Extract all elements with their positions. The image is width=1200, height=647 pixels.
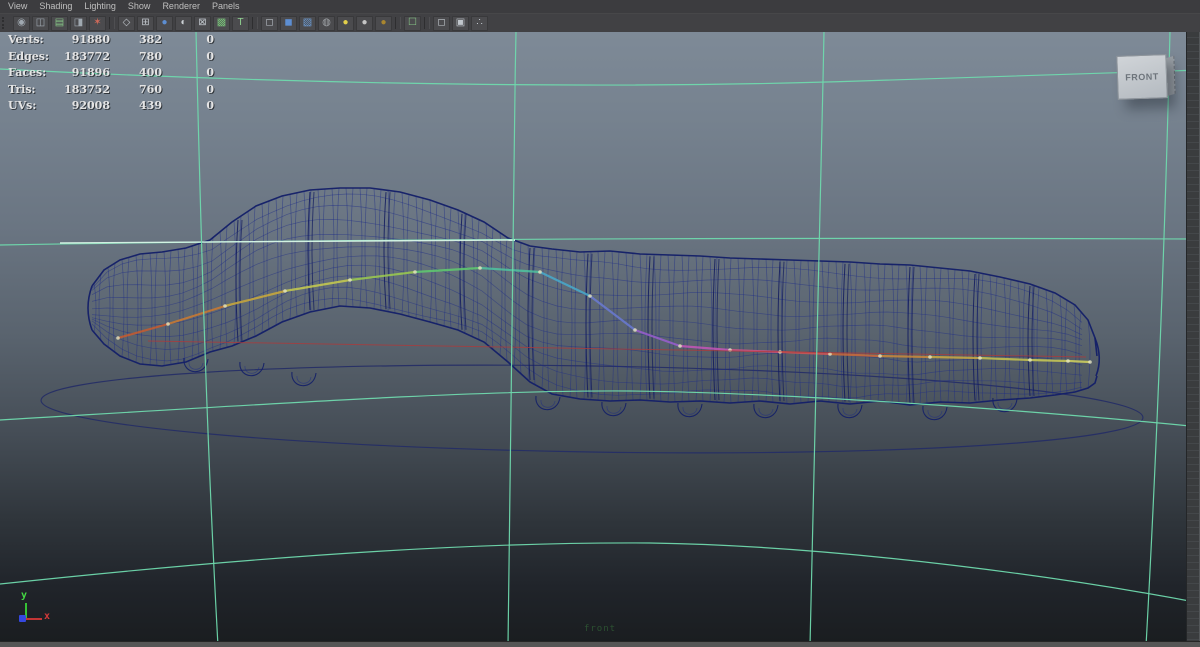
- panel-header: View Shading Lighting Show Renderer Panels ◉ ◫…: [0, 0, 1200, 32]
- toolbar-separator: [424, 17, 430, 29]
- bottom-bar: [0, 641, 1200, 647]
- isolate-select-icon[interactable]: ☐: [404, 15, 421, 31]
- transparent-cube-icon[interactable]: ▧: [299, 15, 316, 31]
- shaded-cube-icon[interactable]: ◼: [280, 15, 297, 31]
- all-lights-icon[interactable]: ●: [337, 15, 354, 31]
- axis-z-dot: [19, 615, 26, 622]
- toolbar-grip: [2, 17, 9, 29]
- menu-renderer[interactable]: Renderer: [156, 0, 206, 13]
- default-material-icon[interactable]: ◻: [261, 15, 278, 31]
- menu-show[interactable]: Show: [122, 0, 157, 13]
- bookmarks-icon[interactable]: ▤: [51, 15, 68, 31]
- menu-panels[interactable]: Panels: [206, 0, 246, 13]
- hud-row-uvs: UVs: 92008 439 0: [8, 99, 214, 112]
- share-node-icon[interactable]: ∴: [471, 15, 488, 31]
- maya-viewport-window: View Shading Lighting Show Renderer Panels ◉ ◫…: [0, 0, 1200, 647]
- menu-lighting[interactable]: Lighting: [78, 0, 122, 13]
- select-camera-icon[interactable]: ◉: [13, 15, 30, 31]
- image-plane-icon[interactable]: ◨: [70, 15, 87, 31]
- hud-row-verts: Verts: 91880 382 0: [8, 33, 214, 46]
- camera-name-label: front: [583, 624, 617, 634]
- smooth-shade-icon[interactable]: ●: [156, 15, 173, 31]
- camera-attributes-icon[interactable]: ◫: [32, 15, 49, 31]
- view-cube[interactable]: FRONT: [1116, 54, 1176, 100]
- checker-sphere-icon[interactable]: ◍: [318, 15, 335, 31]
- toolbar-separator: [395, 17, 401, 29]
- film-gate-icon[interactable]: ⊞: [137, 15, 154, 31]
- frame-icon[interactable]: ▣: [452, 15, 469, 31]
- hud-stats: Verts: 91880 382 0 Edges: 183772 780 0 Faces: 918…: [8, 33, 214, 116]
- specular-shade-icon[interactable]: ◐: [175, 15, 192, 31]
- axis-x-line: [26, 618, 42, 620]
- toolbar-separator: [109, 17, 115, 29]
- hud-row-faces: Faces: 91896 400 0: [8, 66, 214, 79]
- default-light-icon[interactable]: ●: [375, 15, 392, 31]
- view-cube-front-face[interactable]: FRONT: [1116, 54, 1168, 100]
- axis-x-label: x: [44, 611, 51, 622]
- axis-gizmo: y x: [16, 590, 62, 632]
- toolbar-separator: [252, 17, 258, 29]
- flat-light-icon[interactable]: ●: [356, 15, 373, 31]
- textured-icon[interactable]: T: [232, 15, 249, 31]
- menu-shading[interactable]: Shading: [33, 0, 78, 13]
- toolbar-icons: ◉ ◫ ▤ ◨ ✶ ◇ ⊞ ● ◐ ⊠ ▩ T ◻ ◼ ▧ ◍ ● ● ● ☐ ◻ ▣ ∴: [12, 15, 489, 31]
- hud-row-edges: Edges: 183772 780 0: [8, 49, 214, 63]
- toolbar: ◉ ◫ ▤ ◨ ✶ ◇ ⊞ ● ◐ ⊠ ▩ T ◻ ◼ ▧ ◍ ● ● ● ☐ ◻ ▣ ∴: [0, 13, 1200, 32]
- menu-view[interactable]: View: [2, 0, 33, 13]
- xray-icon[interactable]: ⊠: [194, 15, 211, 31]
- hud-row-tris: Tris: 183752 760 0: [8, 82, 214, 96]
- axis-y-label: y: [21, 590, 28, 601]
- pan-zoom-icon[interactable]: ✶: [89, 15, 106, 31]
- right-panel-strip: [1186, 31, 1200, 641]
- wireframe-icon[interactable]: ◇: [118, 15, 135, 31]
- menubar: View Shading Lighting Show Renderer Panels: [2, 0, 246, 13]
- xray-joints-icon[interactable]: ▩: [213, 15, 230, 31]
- plain-cube-icon[interactable]: ◻: [433, 15, 450, 31]
